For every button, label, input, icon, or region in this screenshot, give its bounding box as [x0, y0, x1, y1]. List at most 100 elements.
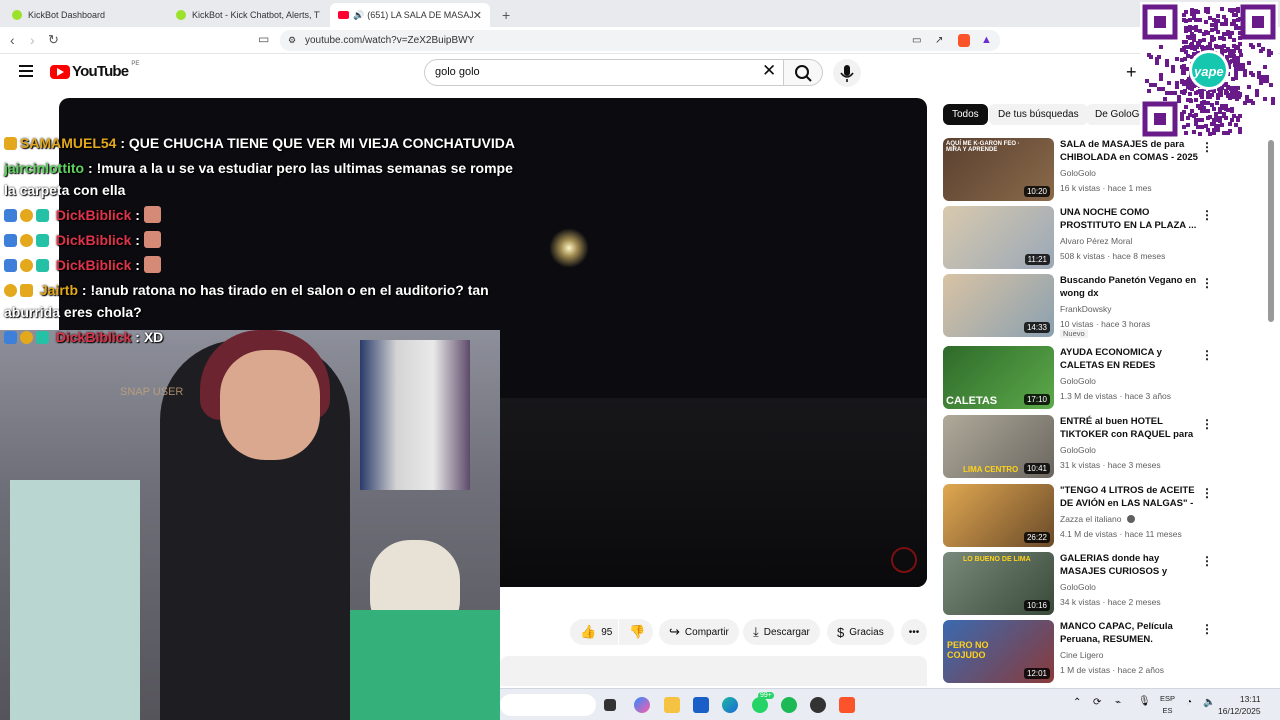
- copilot-icon[interactable]: [634, 697, 650, 713]
- recommendation-item[interactable]: 11:21 UNA NOCHE COMO PROSTITUTO EN LA PL…: [943, 206, 1213, 270]
- tab-kickbot-chatbot[interactable]: KickBot - Kick Chatbot, Alerts, TTS, C: [168, 3, 328, 27]
- duration-badge: 10:20: [1023, 186, 1050, 197]
- qr-module: [1175, 81, 1179, 85]
- more-vert-icon[interactable]: ⋮: [1201, 622, 1213, 636]
- obs-icon[interactable]: [810, 697, 826, 713]
- tray-network-icon[interactable]: ⌁: [1115, 697, 1121, 708]
- language-indicator[interactable]: ESP ES: [1160, 693, 1175, 717]
- recommendation-item[interactable]: LO BUENO DE LIMA 10:16 GALERIAS donde ha…: [943, 552, 1213, 616]
- duration-badge: 26:22: [1023, 532, 1050, 543]
- description-box[interactable]: [500, 656, 927, 686]
- menu-icon[interactable]: [19, 65, 33, 77]
- tray-volume-icon[interactable]: 🔈: [1203, 697, 1215, 708]
- tab-label: KickBot - Kick Chatbot, Alerts, TTS, C: [192, 10, 320, 20]
- url-field[interactable]: ⚙ youtube.com/watch?v=ZeX2BuipBWY ▭ ↗ ▲: [280, 30, 1000, 51]
- reload-icon[interactable]: ↻: [48, 32, 59, 48]
- channel-name: GoloGolo: [1060, 445, 1096, 455]
- share-button[interactable]: ↪ Compartir: [659, 619, 739, 645]
- bookmark-icon[interactable]: ▭: [258, 32, 269, 46]
- tray-mic-icon[interactable]: 🎙: [1138, 696, 1151, 707]
- dislike-button[interactable]: 👎: [619, 619, 653, 645]
- chip-from-searches[interactable]: De tus búsquedas: [989, 104, 1088, 125]
- brave-shield-icon[interactable]: [958, 34, 970, 47]
- voice-search-button[interactable]: [833, 59, 861, 87]
- create-icon[interactable]: +: [1126, 62, 1137, 83]
- search-value: golo golo: [435, 66, 480, 78]
- more-vert-icon[interactable]: ⋮: [1201, 276, 1213, 290]
- qr-module: [1202, 38, 1206, 42]
- download-button[interactable]: ⤓ Descargar: [743, 619, 820, 645]
- sidebar-scrollbar[interactable]: [1268, 140, 1274, 322]
- close-tab-icon[interactable]: ✕: [473, 9, 482, 22]
- qr-module: [1198, 39, 1202, 43]
- qr-module: [1177, 95, 1181, 99]
- more-vert-icon[interactable]: ⋮: [1201, 208, 1213, 222]
- tray-sync-icon[interactable]: ⟳: [1093, 697, 1101, 708]
- share-page-icon[interactable]: ↗: [935, 30, 943, 51]
- task-view-icon[interactable]: [604, 699, 616, 711]
- qr-module: [1257, 71, 1261, 75]
- more-actions-button[interactable]: •••: [901, 619, 927, 645]
- tab-kickbot-dashboard[interactable]: KickBot Dashboard: [4, 3, 164, 27]
- qr-module: [1271, 101, 1275, 105]
- like-button[interactable]: 👍 95: [570, 619, 618, 645]
- brave-rewards-icon[interactable]: ▲: [981, 30, 992, 51]
- search-button[interactable]: [783, 59, 823, 86]
- thanks-button[interactable]: $ Gracias: [827, 619, 894, 645]
- recommendation-item[interactable]: LIMA CENTRO 10:41 ENTRÉ al buen HOTEL TI…: [943, 415, 1213, 479]
- video-meta: 34 k vistas · hace 2 meses: [1060, 597, 1161, 607]
- qr-module: [1177, 99, 1181, 103]
- file-explorer-icon[interactable]: [664, 697, 680, 713]
- qr-module: [1228, 129, 1232, 133]
- youtube-logo[interactable]: YouTube PE: [50, 61, 139, 80]
- store-icon[interactable]: [693, 697, 709, 713]
- spotify-icon[interactable]: [781, 697, 797, 713]
- forward-icon[interactable]: ›: [30, 32, 35, 48]
- chip-all[interactable]: Todos: [943, 104, 988, 125]
- more-vert-icon[interactable]: ⋮: [1201, 554, 1213, 568]
- chat-username: jaircinlottito: [4, 160, 85, 176]
- recommendation-item[interactable]: CALETAS 17:10 AYUDA ECONOMICA y CALETAS …: [943, 346, 1213, 410]
- tray-chevron-icon[interactable]: ⌃: [1073, 697, 1081, 708]
- video-title: "TENGO 4 LITROS de ACEITE DE AVIÓN en LA…: [1060, 485, 1195, 509]
- recommendation-item[interactable]: 14:33 Buscando Panetón Vegano en wong dx…: [943, 274, 1213, 338]
- qr-module: [1210, 23, 1214, 27]
- more-vert-icon[interactable]: ⋮: [1201, 140, 1213, 154]
- taskbar-clock[interactable]: 13:11 16/12/2025: [1218, 693, 1261, 717]
- qr-module: [1220, 104, 1224, 108]
- site-info-icon[interactable]: ⚙: [288, 30, 296, 51]
- tab-youtube-active[interactable]: 🔊 (651) LA SALA DE MASAJES M ✕: [330, 3, 490, 27]
- more-vert-icon[interactable]: ⋮: [1201, 348, 1213, 362]
- qr-module: [1185, 67, 1189, 71]
- brave-icon[interactable]: [839, 697, 855, 713]
- chat-username: Jairtb: [39, 282, 79, 298]
- qr-module: [1204, 124, 1208, 128]
- recommendation-item[interactable]: PERO NO COJUDO 12:01 MANCO CAPAC, Pelícu…: [943, 620, 1213, 684]
- taskbar-search[interactable]: [500, 694, 596, 716]
- chat-message: jaircinlottito : !mura a la u se va estu…: [0, 157, 520, 201]
- video-thumbnail: AQUÍ ME K-GARON FEO · MIRA Y APRENDE 10:…: [943, 138, 1054, 201]
- cast-icon[interactable]: ▭: [912, 30, 921, 51]
- qr-module: [1163, 97, 1167, 101]
- recommendation-item[interactable]: AQUÍ ME K-GARON FEO · MIRA Y APRENDE 10:…: [943, 138, 1213, 202]
- new-tab-button[interactable]: +: [494, 3, 514, 27]
- qr-module: [1165, 91, 1169, 95]
- chip-label: De GoloGo: [1095, 109, 1146, 120]
- clear-search-icon[interactable]: ✕: [762, 62, 776, 79]
- whatsapp-icon[interactable]: [752, 697, 768, 713]
- more-vert-icon[interactable]: ⋮: [1201, 486, 1213, 500]
- qr-module: [1199, 93, 1203, 97]
- qr-module: [1243, 69, 1247, 73]
- more-vert-icon[interactable]: ⋮: [1201, 417, 1213, 431]
- edge-icon[interactable]: [722, 697, 738, 713]
- channel-name: Alvaro Pérez Moral: [1060, 236, 1133, 246]
- search-input[interactable]: golo golo: [424, 59, 784, 86]
- back-icon[interactable]: ‹: [10, 32, 15, 48]
- video-title: GALERIAS donde hay MASAJES CURIOSOS y AL…: [1060, 553, 1168, 577]
- sub-badge-icon: [36, 234, 49, 247]
- recommendation-item[interactable]: 26:22 "TENGO 4 LITROS de ACEITE DE AVIÓN…: [943, 484, 1213, 548]
- qr-module: [1238, 127, 1242, 131]
- tray-wifi-icon[interactable]: ◔: [1186, 697, 1192, 708]
- qr-module: [1265, 79, 1269, 83]
- qr-module: [1186, 35, 1190, 39]
